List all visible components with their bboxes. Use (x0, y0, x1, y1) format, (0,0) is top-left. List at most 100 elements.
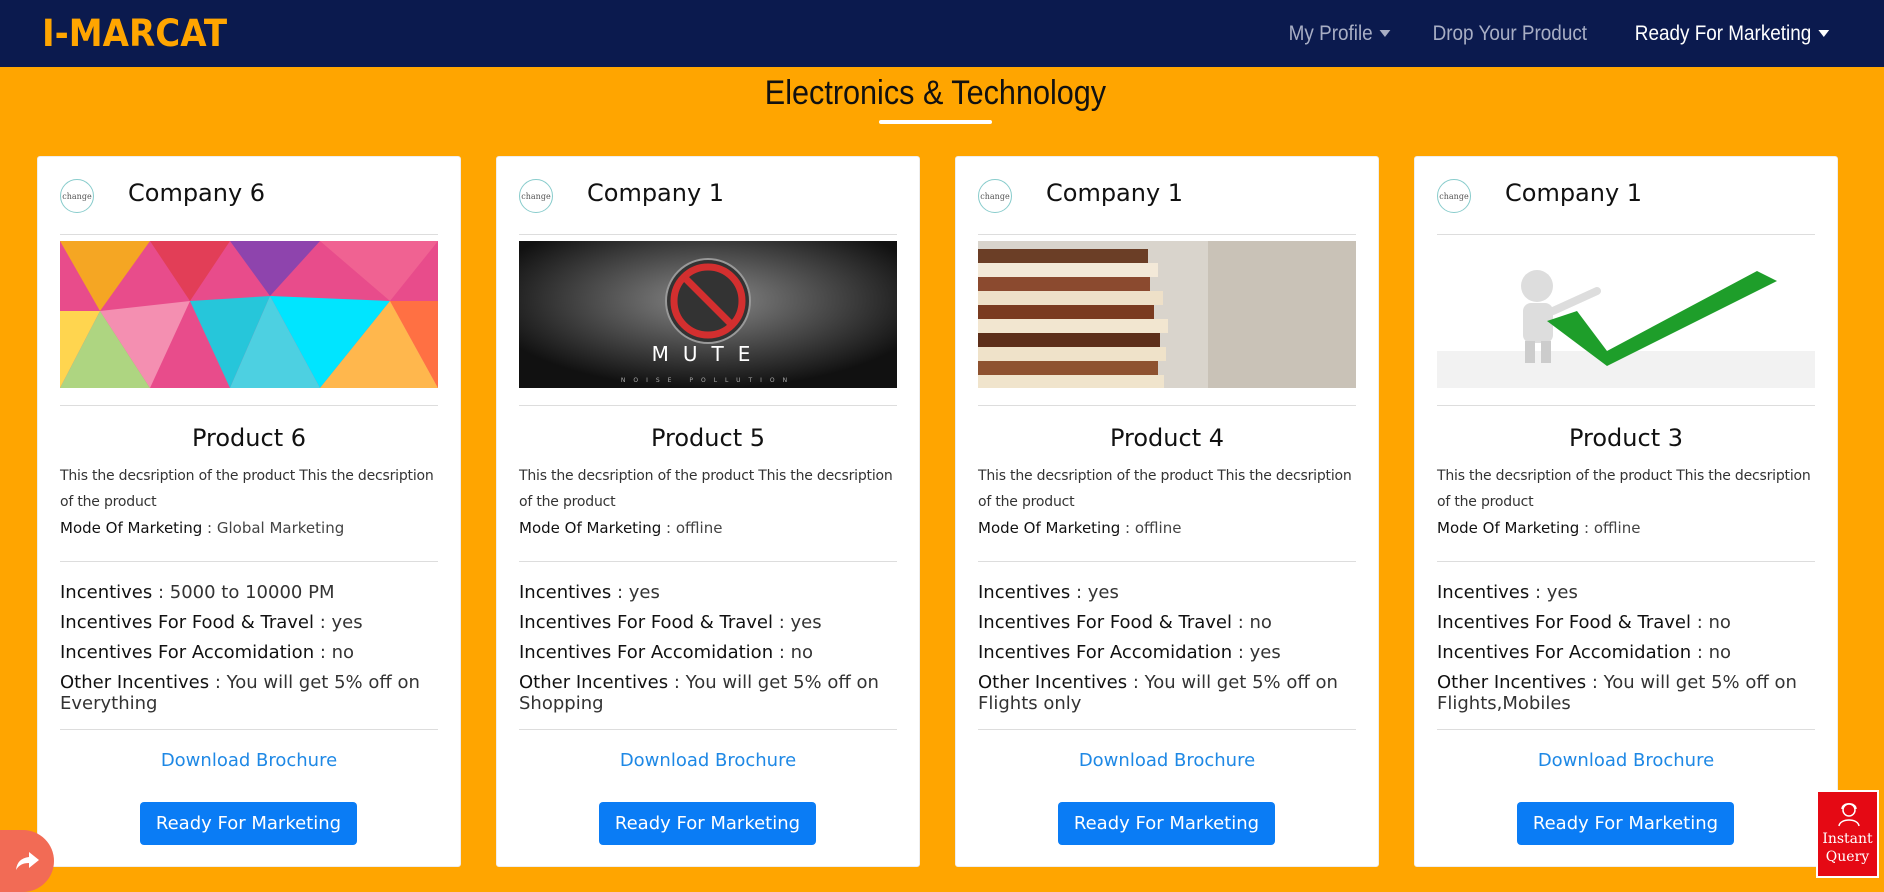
incentive-item: Incentives For Accomidation : yes (978, 642, 1281, 663)
incentive-item: Other Incentives : You will get 5% off o… (519, 672, 879, 714)
product-description: This the decsription of the product This… (519, 468, 893, 510)
incentive-value: 5000 to 10000 PM (169, 582, 335, 603)
mode-label: Mode Of Marketing (1437, 519, 1580, 537)
incentive-item: Other Incentives : You will get 5% off o… (978, 672, 1338, 714)
product-title: Product 4 (1109, 424, 1225, 452)
product-card: change Company 1 Product 3 This the decs… (1414, 156, 1838, 867)
incentive-value: no (790, 642, 814, 663)
incentive-item: Incentives : 5000 to 10000 PM (60, 582, 335, 603)
divider (1437, 234, 1815, 235)
incentive-value: no (1249, 612, 1272, 633)
incentive-label: Incentives For Accomidation (60, 642, 315, 663)
product-description: This the decsription of the product This… (60, 468, 434, 510)
ready-for-marketing-button[interactable]: Ready For Marketing (1058, 802, 1275, 845)
support-agent-icon (1838, 803, 1860, 827)
incentive-item: Incentives For Food & Travel : no (978, 612, 1272, 633)
incentive-value: yes (628, 582, 660, 603)
incentive-item: Incentives For Accomidation : no (1437, 642, 1732, 663)
svg-text:NOISE POLLUTION: NOISE POLLUTION (621, 377, 795, 384)
incentive-item: Incentives For Food & Travel : yes (60, 612, 363, 633)
title-underline (879, 120, 992, 124)
ready-for-marketing-button[interactable]: Ready For Marketing (140, 802, 357, 845)
divider (519, 405, 897, 406)
incentive-label: Incentives For Food & Travel (519, 612, 773, 633)
company-name: Company 1 (1046, 179, 1184, 207)
divider (1437, 405, 1815, 406)
nav-my-profile-label: My Profile (1288, 21, 1373, 45)
incentive-item: Incentives For Accomidation : no (519, 642, 814, 663)
nav-my-profile[interactable]: My Profile (1276, 22, 1403, 46)
incentive-item: Incentives : yes (519, 582, 660, 603)
mode-of-marketing: Mode Of Marketing : offline (519, 519, 723, 537)
mode-value: offline (675, 519, 723, 537)
incentive-label: Incentives For Food & Travel (1437, 612, 1691, 633)
incentives-list: Incentives : yes Incentives For Food & T… (519, 578, 897, 714)
company-logo: change (519, 179, 553, 213)
mode-value: offline (1134, 519, 1182, 537)
mode-label: Mode Of Marketing (60, 519, 203, 537)
company-logo: change (978, 179, 1012, 213)
incentive-value: yes (331, 612, 363, 633)
incentive-value: no (331, 642, 355, 663)
nav-ready-for-marketing[interactable]: Ready For Marketing (1622, 22, 1842, 46)
nav-menu: My Profile Drop Your Product Ready For M… (1269, 0, 1854, 67)
product-title: Product 3 (1568, 424, 1684, 452)
incentive-label: Incentives For Accomidation (1437, 642, 1692, 663)
divider (60, 561, 438, 562)
divider (519, 234, 897, 235)
incentive-label: Incentives (519, 582, 612, 603)
download-brochure-link[interactable]: Download Brochure (1437, 750, 1815, 771)
company-name: Company 6 (128, 179, 266, 207)
section-title: Electronics & Technology (764, 74, 1107, 112)
product-description: This the decsription of the product This… (978, 468, 1352, 510)
divider (1437, 561, 1815, 562)
product-card: change Company 6 Product 6 This the decs… (37, 156, 461, 867)
incentive-item: Incentives For Food & Travel : no (1437, 612, 1731, 633)
incentive-label: Incentives (1437, 582, 1530, 603)
incentive-label: Incentives (978, 582, 1071, 603)
product-title: Product 6 (191, 424, 307, 452)
incentive-label: Other Incentives (60, 672, 210, 693)
company-logo: change (60, 179, 94, 213)
nav-drop-your-product[interactable]: Drop Your Product (1420, 22, 1600, 46)
brand-logo[interactable]: I-MARCAT (42, 12, 227, 55)
divider (519, 729, 897, 730)
product-description: This the decsription of the product This… (1437, 468, 1811, 510)
incentive-value: no (1708, 612, 1731, 633)
top-navbar: I-MARCAT My Profile Drop Your Product Re… (0, 0, 1884, 67)
incentive-label: Incentives For Food & Travel (978, 612, 1232, 633)
instant-query-button[interactable]: Instant Query (1816, 790, 1879, 878)
incentive-label: Other Incentives (519, 672, 669, 693)
share-button[interactable] (0, 830, 54, 892)
colorful-polygon-image (60, 241, 438, 388)
divider (60, 405, 438, 406)
product-title: Product 5 (650, 424, 766, 452)
divider (60, 234, 438, 235)
ready-for-marketing-button[interactable]: Ready For Marketing (599, 802, 816, 845)
incentive-item: Incentives : yes (1437, 582, 1578, 603)
mode-value: offline (1593, 519, 1641, 537)
incentive-value: yes (1087, 582, 1119, 603)
incentive-value: yes (1249, 642, 1281, 663)
incentive-label: Other Incentives (978, 672, 1128, 693)
divider (60, 729, 438, 730)
nav-drop-your-product-label: Drop Your Product (1432, 21, 1588, 45)
download-brochure-link[interactable]: Download Brochure (60, 750, 438, 771)
share-arrow-icon (16, 852, 39, 870)
mode-of-marketing: Mode Of Marketing : offline (978, 519, 1182, 537)
incentive-item: Other Incentives : You will get 5% off o… (60, 672, 420, 714)
incentive-label: Other Incentives (1437, 672, 1587, 693)
incentive-item: Incentives For Accomidation : no (60, 642, 355, 663)
incentive-label: Incentives For Accomidation (978, 642, 1233, 663)
download-brochure-link[interactable]: Download Brochure (978, 750, 1356, 771)
mode-of-marketing: Mode Of Marketing : offline (1437, 519, 1641, 537)
mode-label: Mode Of Marketing (978, 519, 1121, 537)
incentive-value: yes (1546, 582, 1578, 603)
incentives-list: Incentives : yes Incentives For Food & T… (1437, 578, 1815, 714)
download-brochure-link[interactable]: Download Brochure (519, 750, 897, 771)
incentives-list: Incentives : yes Incentives For Food & T… (978, 578, 1356, 714)
divider (978, 561, 1356, 562)
incentive-value: no (1708, 642, 1732, 663)
incentive-item: Incentives : yes (978, 582, 1119, 603)
ready-for-marketing-button[interactable]: Ready For Marketing (1517, 802, 1734, 845)
